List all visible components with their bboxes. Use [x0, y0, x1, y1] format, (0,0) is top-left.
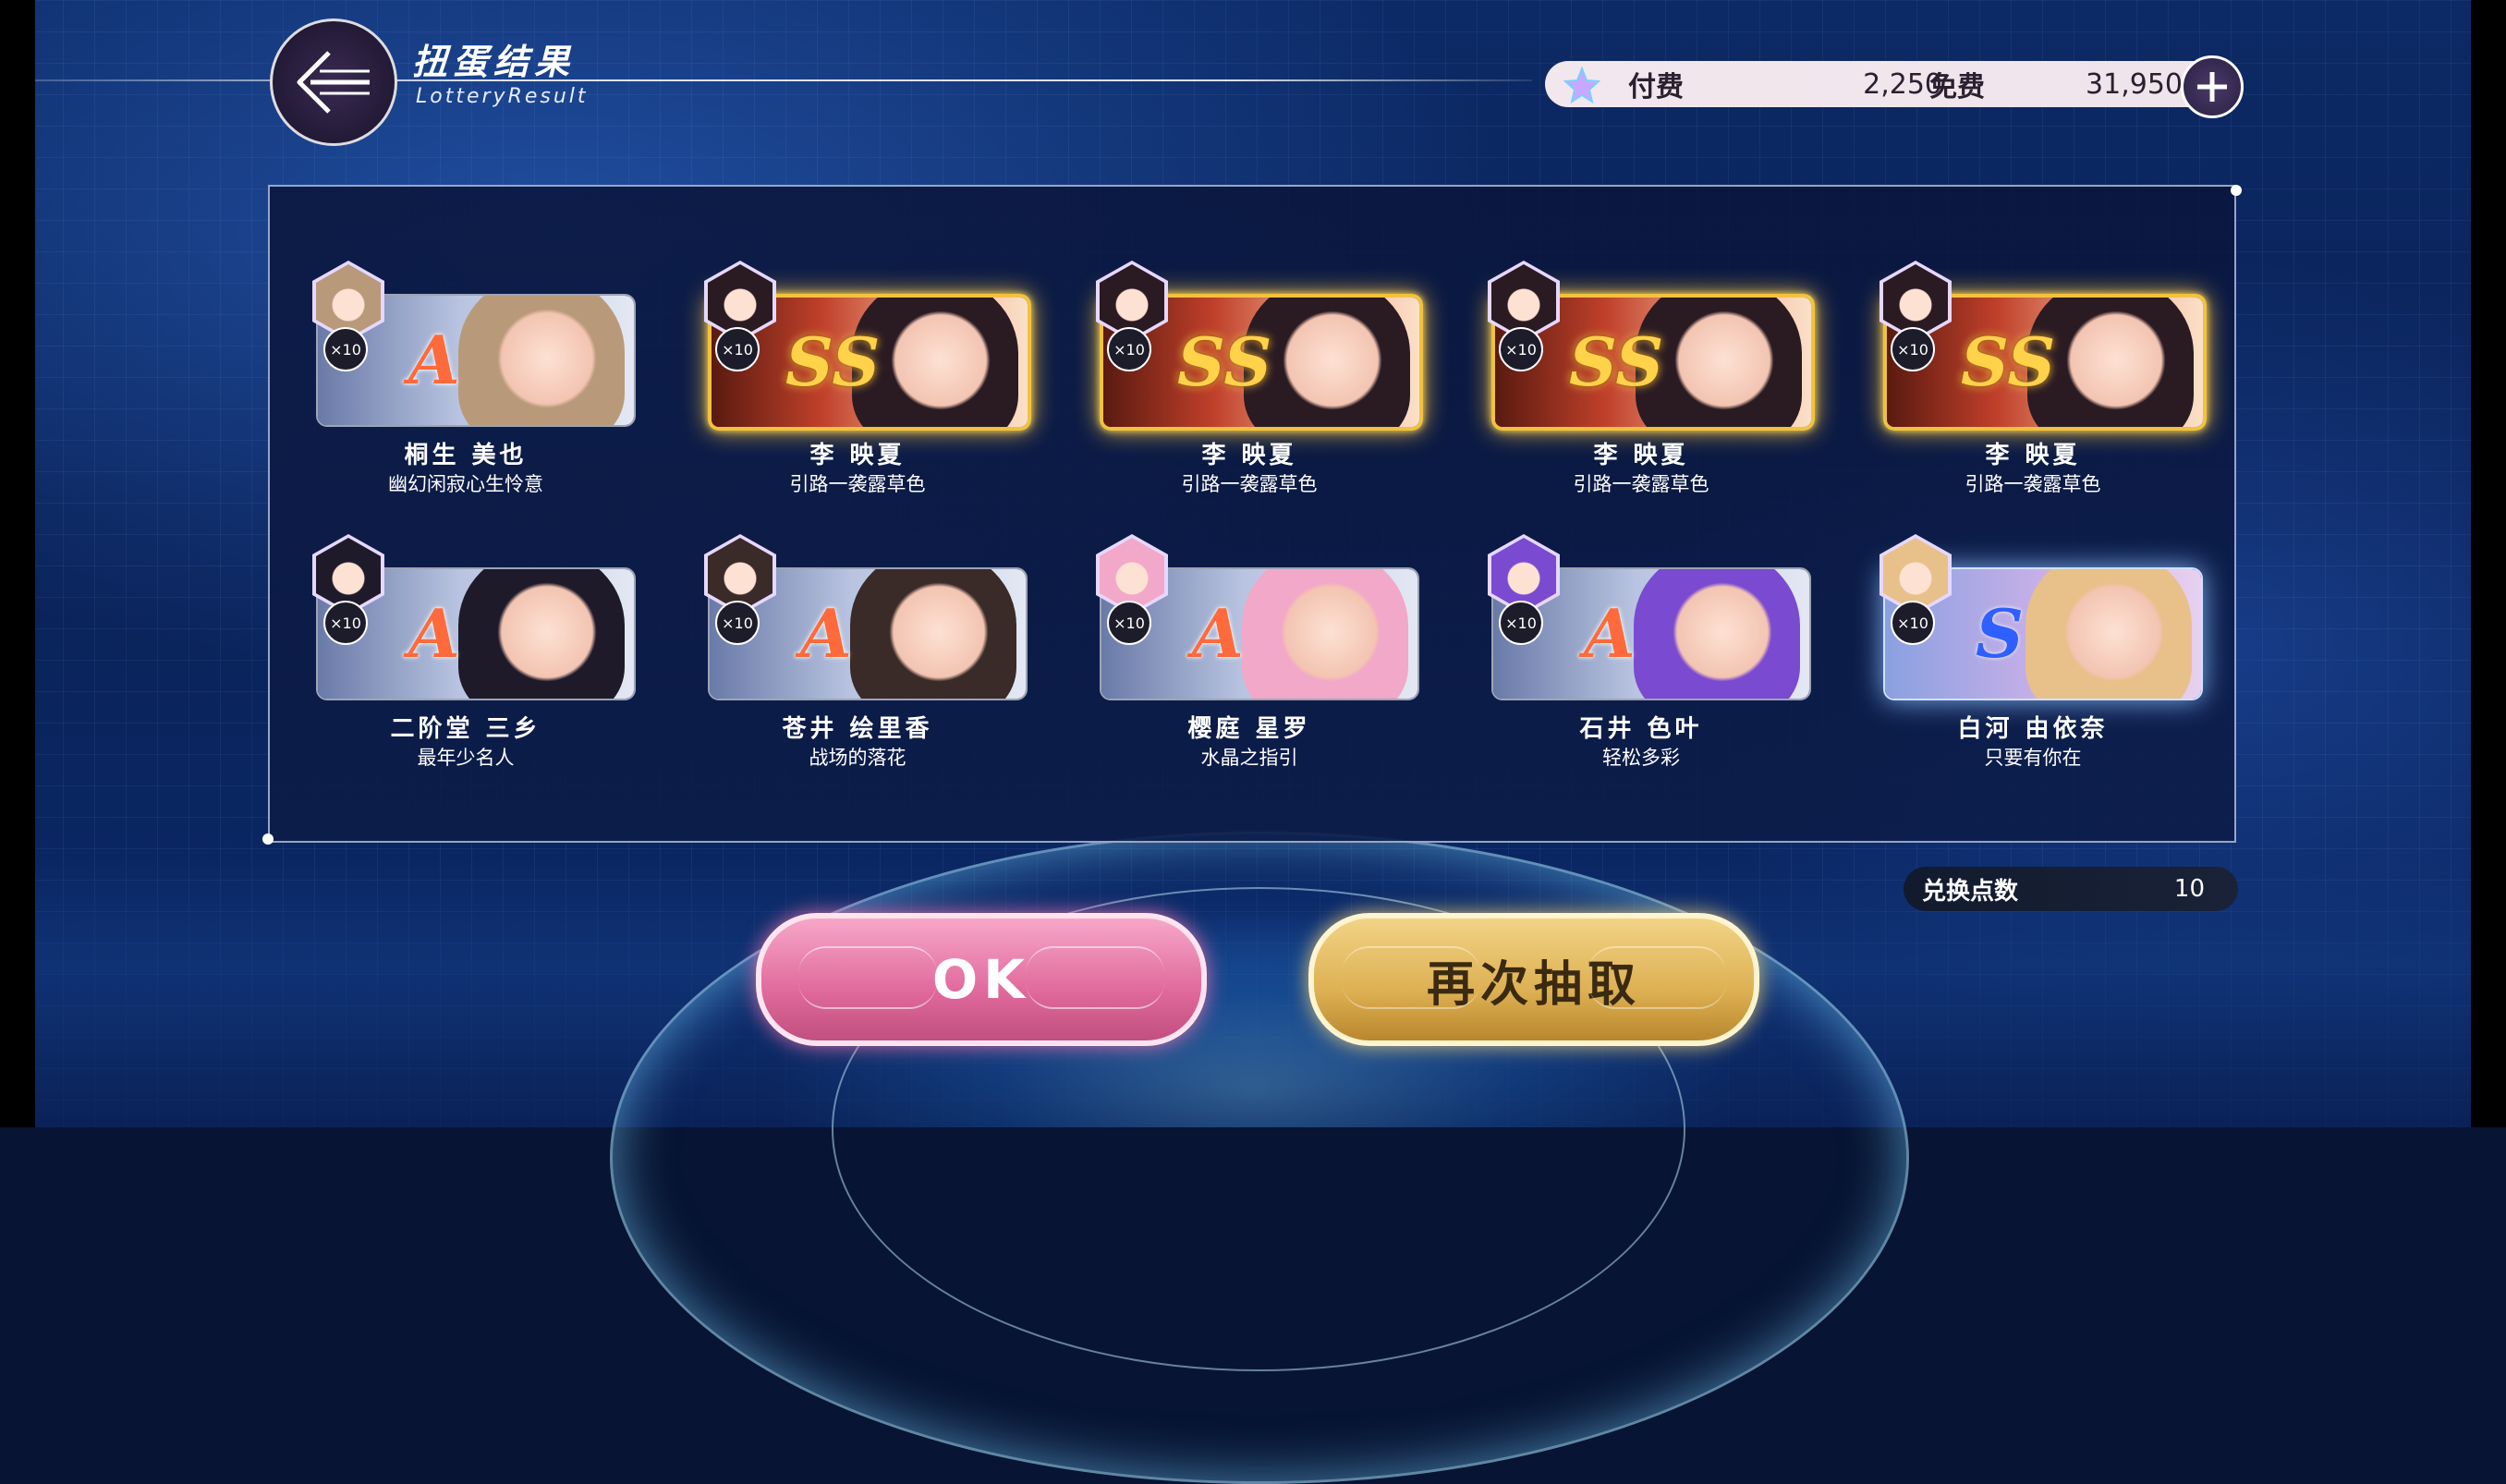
character-face	[2059, 582, 2170, 693]
count-badge: ×10	[1107, 601, 1151, 645]
back-arrow-icon	[297, 51, 370, 114]
button-ornament	[1588, 946, 1726, 1009]
card-title: 水晶之指引	[1200, 747, 1298, 769]
character-face	[2061, 310, 2171, 421]
panel-corner-dot	[2231, 185, 2242, 196]
page-title: 扭蛋结果	[412, 42, 576, 82]
character-face	[1667, 582, 1778, 693]
card-title: 轻松多彩	[1602, 747, 1680, 769]
count-badge: ×10	[323, 327, 368, 371]
rank-badge: SS	[785, 322, 881, 401]
page-subtitle: LotteryResult	[416, 85, 589, 108]
count-badge: ×10	[1499, 327, 1543, 371]
character-name: 李 映夏	[809, 442, 906, 469]
back-button[interactable]	[270, 18, 397, 146]
count-badge: ×10	[1499, 601, 1543, 645]
result-card[interactable]: A ×10 苍井 绘里香战场的落花	[662, 516, 1053, 769]
character-name: 桐生 美也	[404, 442, 528, 469]
character-face	[492, 309, 602, 420]
rank-badge: A	[408, 321, 460, 399]
character-name: 苍井 绘里香	[782, 715, 933, 743]
rank-badge: SS	[1177, 322, 1272, 401]
gem-star-icon	[1563, 67, 1600, 103]
character-name: 白河 由依奈	[1957, 715, 2109, 743]
count-badge: ×10	[715, 327, 760, 371]
exchange-label: 兑换点数	[1922, 877, 2019, 906]
character-face	[1669, 310, 1780, 421]
card-title: 幽幻闲寂心生怜意	[388, 473, 543, 495]
character-face	[1275, 582, 1386, 693]
panel-corner-dot	[262, 833, 274, 845]
result-card[interactable]: SS ×10 李 映夏引路一袭露草色	[1837, 242, 2229, 495]
button-ornament	[1342, 946, 1480, 1009]
card-title: 引路一袭露草色	[1965, 473, 2101, 495]
card-title: 只要有你在	[1984, 747, 2082, 769]
character-name: 李 映夏	[1985, 442, 2081, 469]
rank-badge: S	[1976, 594, 2024, 673]
result-card[interactable]: SS ×10 李 映夏引路一袭露草色	[1053, 242, 1445, 495]
card-title: 引路一袭露草色	[1573, 473, 1709, 495]
button-ornament	[798, 946, 937, 1009]
card-title: 战场的落花	[809, 747, 906, 769]
character-face	[492, 582, 602, 693]
exchange-value: 10	[2173, 875, 2205, 903]
count-badge: ×10	[323, 601, 368, 645]
free-label: 免费	[1929, 71, 1985, 103]
count-badge: ×10	[1891, 601, 1935, 645]
result-card[interactable]: A ×10 石井 色叶轻松多彩	[1445, 516, 1837, 769]
result-card[interactable]: A ×10 二阶堂 三乡最年少名人	[270, 516, 662, 769]
rank-badge: A	[408, 594, 460, 673]
character-name: 李 映夏	[1593, 442, 1689, 469]
rank-badge: SS	[1569, 322, 1664, 401]
character-face	[883, 582, 994, 693]
result-card[interactable]: S ×10 白河 由依奈只要有你在	[1837, 516, 2229, 769]
screen-edge-left	[0, 0, 35, 1127]
rank-badge: A	[1584, 594, 1636, 673]
result-card[interactable]: A ×10 桐生 美也幽幻闲寂心生怜意	[270, 242, 662, 495]
rank-badge: A	[800, 594, 852, 673]
exchange-points: 兑换点数 10	[1904, 867, 2238, 911]
character-name: 石井 色叶	[1579, 715, 1703, 743]
character-face	[1277, 310, 1388, 421]
card-title: 最年少名人	[417, 747, 515, 769]
character-name: 李 映夏	[1201, 442, 1297, 469]
character-face	[885, 310, 996, 421]
currency-bar: 付费 2,250 免费 31,950	[1545, 61, 2231, 107]
add-currency-button[interactable]	[2181, 55, 2244, 118]
rank-badge: SS	[1961, 322, 2056, 401]
rank-badge: A	[1192, 594, 1244, 673]
draw-again-button[interactable]: 再次抽取	[1308, 913, 1759, 1046]
result-card[interactable]: A ×10 樱庭 星罗水晶之指引	[1053, 516, 1445, 769]
result-card[interactable]: SS ×10 李 映夏引路一袭露草色	[1445, 242, 1837, 495]
character-name: 二阶堂 三乡	[390, 715, 541, 743]
card-title: 引路一袭露草色	[789, 473, 926, 495]
paid-value: 2,250	[1863, 67, 1942, 101]
plus-icon	[2197, 72, 2227, 102]
free-value: 31,950	[2086, 67, 2183, 101]
paid-label: 付费	[1628, 71, 1684, 103]
count-badge: ×10	[1891, 327, 1935, 371]
character-name: 樱庭 星罗	[1187, 715, 1311, 743]
count-badge: ×10	[1107, 327, 1151, 371]
count-badge: ×10	[715, 601, 760, 645]
results-panel: A ×10 桐生 美也幽幻闲寂心生怜意 SS ×10 李 映夏引路一袭露草色 SS ×10 李 …	[268, 185, 2236, 843]
card-title: 引路一袭露草色	[1181, 473, 1318, 495]
screen-edge-right	[2471, 0, 2506, 1127]
ok-button-label: OK	[931, 948, 1031, 1011]
button-ornament	[1026, 946, 1164, 1009]
result-card[interactable]: SS ×10 李 映夏引路一袭露草色	[662, 242, 1053, 495]
header-divider	[35, 79, 1532, 81]
ok-button[interactable]: OK	[756, 913, 1207, 1046]
